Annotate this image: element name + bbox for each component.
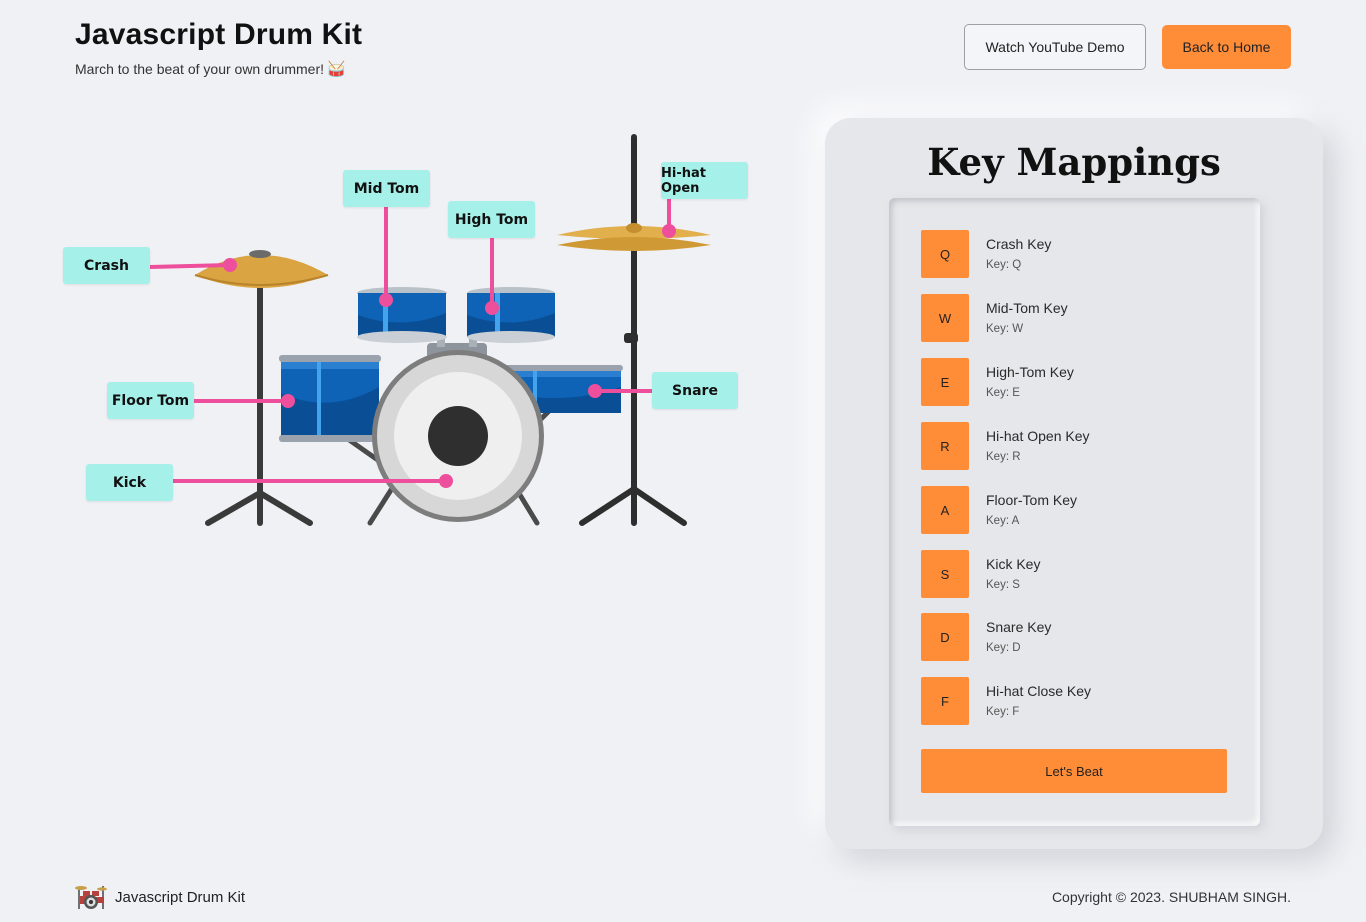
high-tom-label[interactable]: High Tom	[448, 201, 535, 238]
mapping-name: Hi-hat Close Key	[986, 683, 1092, 699]
mapping-name: High-Tom Key	[986, 364, 1074, 380]
key-badge: D	[921, 613, 969, 661]
mid-tom-label[interactable]: Mid Tom	[343, 170, 430, 207]
page-header: Javascript Drum Kit March to the beat of…	[0, 0, 1366, 100]
drum-kit-illustration: Crash Mid Tom High Tom Hi-hat Open Floor…	[55, 125, 775, 545]
drum-emoji-icon: 🥁	[327, 61, 346, 78]
mapping-name: Crash Key	[986, 236, 1052, 252]
mapping-row-kick[interactable]: S Kick Key Key: S	[921, 550, 1231, 598]
mapping-key-hint: Key: Q	[986, 259, 1022, 271]
drum-kit-logo-icon	[75, 886, 107, 909]
high-tom-drum	[467, 287, 555, 343]
crash-cymbal	[194, 250, 329, 288]
mapping-name: Floor-Tom Key	[986, 492, 1078, 508]
subtitle-text: March to the beat of your own drummer!	[75, 61, 324, 77]
mapping-key-hint: Key: F	[986, 706, 1020, 718]
key-badge: W	[921, 294, 969, 342]
page-subtitle: March to the beat of your own drummer! 🥁	[75, 60, 346, 78]
key-mappings-panel: Key Mappings Q Crash Key Key: Q W Mid-To…	[825, 118, 1323, 849]
footer-copyright: Copyright © 2023. SHUBHAM SINGH.	[1051, 889, 1291, 905]
key-mappings-title: Key Mappings	[927, 140, 1221, 184]
mapping-row-floor-tom[interactable]: A Floor-Tom Key Key: A	[921, 486, 1231, 534]
mapping-name: Snare Key	[986, 619, 1052, 635]
kick-label[interactable]: Kick	[86, 464, 173, 501]
hihat-open-label[interactable]: Hi-hat Open	[661, 162, 748, 199]
key-mappings-list: Q Crash Key Key: Q W Mid-Tom Key Key: W …	[889, 198, 1260, 826]
mapping-key-hint: Key: W	[986, 323, 1024, 335]
mapping-key-hint: Key: S	[986, 579, 1020, 591]
floor-tom-label[interactable]: Floor Tom	[107, 382, 194, 419]
kick-drum	[372, 350, 544, 522]
mapping-key-hint: Key: E	[986, 387, 1020, 399]
mapping-key-hint: Key: D	[986, 642, 1021, 654]
mapping-row-mid-tom[interactable]: W Mid-Tom Key Key: W	[921, 294, 1231, 342]
mapping-name: Hi-hat Open Key	[986, 428, 1090, 444]
crash-label[interactable]: Crash	[63, 247, 150, 284]
key-badge: F	[921, 677, 969, 725]
key-badge: A	[921, 486, 969, 534]
hihat-cymbals	[557, 223, 711, 251]
mapping-name: Kick Key	[986, 556, 1041, 572]
watch-demo-button[interactable]: Watch YouTube Demo	[964, 24, 1146, 70]
key-badge: Q	[921, 230, 969, 278]
lets-beat-button[interactable]: Let's Beat	[921, 749, 1227, 793]
mapping-key-hint: Key: A	[986, 515, 1020, 527]
snare-label[interactable]: Snare	[652, 372, 738, 409]
mapping-name: Mid-Tom Key	[986, 300, 1068, 316]
footer-app-name: Javascript Drum Kit	[115, 889, 246, 906]
key-badge: E	[921, 358, 969, 406]
mapping-key-hint: Key: R	[986, 451, 1021, 463]
mapping-row-hihat-open[interactable]: R Hi-hat Open Key Key: R	[921, 422, 1231, 470]
back-home-button[interactable]: Back to Home	[1162, 25, 1291, 69]
mid-tom-drum	[357, 287, 447, 343]
mapping-row-crash[interactable]: Q Crash Key Key: Q	[921, 230, 1231, 278]
mapping-row-high-tom[interactable]: E High-Tom Key Key: E	[921, 358, 1231, 406]
mapping-row-hihat-close[interactable]: F Hi-hat Close Key Key: F	[921, 677, 1231, 725]
key-badge: S	[921, 550, 969, 598]
key-badge: R	[921, 422, 969, 470]
page-title: Javascript Drum Kit	[75, 18, 363, 51]
mapping-row-snare[interactable]: D Snare Key Key: D	[921, 613, 1231, 661]
